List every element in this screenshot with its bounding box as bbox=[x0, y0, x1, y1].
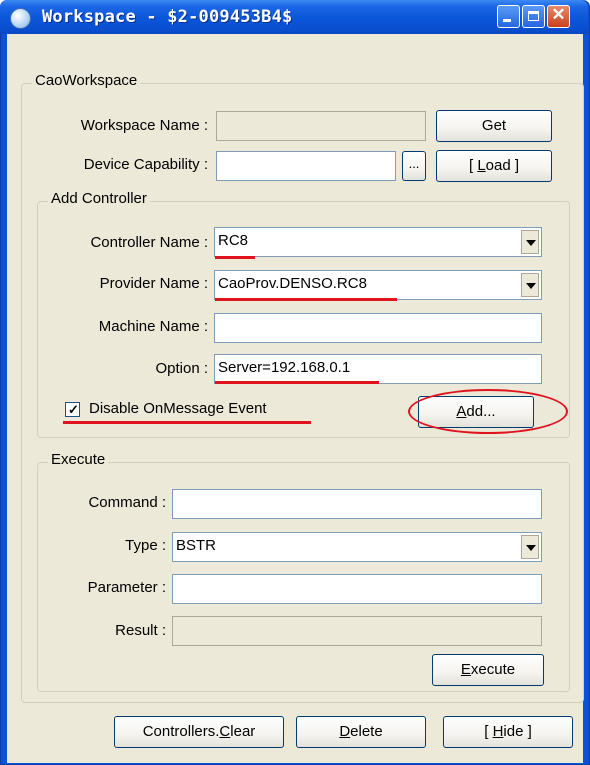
execute-legend: Execute bbox=[48, 451, 109, 468]
hide-button-label-post: ide ] bbox=[503, 723, 532, 740]
load-button-label-post: oad ] bbox=[485, 157, 520, 174]
annotation-underline-checkbox bbox=[63, 421, 311, 424]
option-field[interactable]: Server=192.168.0.1 bbox=[214, 354, 542, 384]
device-capability-field[interactable] bbox=[216, 151, 396, 181]
delete-button-accesskey: D bbox=[339, 723, 351, 740]
workspace-name-label: Workspace Name : bbox=[80, 117, 208, 134]
hide-button-accesskey: H bbox=[492, 723, 504, 740]
type-value: BSTR bbox=[176, 537, 217, 554]
maximize-button[interactable] bbox=[522, 5, 545, 28]
clear-button-label-post: lear bbox=[230, 723, 256, 740]
annotation-ellipse-add bbox=[408, 389, 568, 434]
workspace-name-field bbox=[216, 111, 426, 141]
machine-name-label: Machine Name : bbox=[98, 318, 208, 335]
checkmark-icon: ✓ bbox=[68, 402, 79, 417]
controller-name-combo[interactable]: RC8 bbox=[214, 227, 542, 257]
controller-name-label: Controller Name : bbox=[90, 234, 208, 251]
minimize-icon bbox=[503, 19, 511, 22]
command-field[interactable] bbox=[172, 489, 542, 519]
delete-button-label-post: elete bbox=[350, 723, 383, 740]
add-controller-legend: Add Controller bbox=[48, 190, 150, 207]
load-button-accesskey: L bbox=[477, 157, 486, 174]
hide-button-label-pre: [ bbox=[484, 723, 493, 740]
parameter-label: Parameter : bbox=[87, 579, 166, 596]
clear-button-accesskey: C bbox=[219, 723, 231, 740]
controllers-clear-button[interactable]: Controllers.Clear bbox=[114, 716, 284, 748]
hide-button[interactable]: [ Hide ] bbox=[443, 716, 573, 748]
load-button[interactable]: [ Load ] bbox=[436, 150, 552, 182]
app-icon bbox=[10, 8, 31, 29]
close-icon: ✕ bbox=[551, 5, 566, 24]
delete-button[interactable]: Delete bbox=[296, 716, 426, 748]
chevron-down-icon[interactable] bbox=[521, 230, 539, 254]
close-button[interactable]: ✕ bbox=[547, 5, 570, 28]
provider-name-value: CaoProv.DENSO.RC8 bbox=[218, 275, 367, 292]
parameter-field[interactable] bbox=[172, 574, 542, 604]
type-combo[interactable]: BSTR bbox=[172, 532, 542, 562]
result-field bbox=[172, 616, 542, 646]
disable-event-label[interactable]: Disable OnMessage Event bbox=[89, 400, 267, 417]
title-bar[interactable]: Workspace - $2-009453B4$ ✕ bbox=[0, 0, 588, 34]
execute-button-label-post: xecute bbox=[470, 661, 516, 678]
annotation-underline-controller bbox=[215, 256, 255, 259]
annotation-underline-provider bbox=[215, 298, 397, 301]
command-label: Command : bbox=[88, 494, 166, 511]
type-label: Type : bbox=[125, 537, 166, 554]
cao-workspace-legend: CaoWorkspace bbox=[32, 72, 141, 89]
machine-name-field[interactable] bbox=[214, 313, 542, 343]
browse-button[interactable]: ... bbox=[402, 151, 426, 181]
option-label: Option : bbox=[155, 360, 208, 377]
controller-name-value: RC8 bbox=[218, 232, 249, 249]
window-title: Workspace - $2-009453B4$ bbox=[42, 7, 293, 27]
provider-name-label: Provider Name : bbox=[99, 275, 208, 292]
annotation-underline-option bbox=[215, 381, 379, 384]
disable-event-checkbox[interactable]: ✓ bbox=[65, 402, 80, 417]
minimize-button[interactable] bbox=[497, 5, 520, 28]
provider-name-combo[interactable]: CaoProv.DENSO.RC8 bbox=[214, 270, 542, 300]
clear-button-label-pre: Controllers. bbox=[142, 723, 220, 740]
device-capability-label: Device Capability : bbox=[83, 156, 208, 173]
maximize-icon bbox=[528, 11, 539, 21]
result-label: Result : bbox=[115, 622, 166, 639]
chevron-down-icon[interactable] bbox=[521, 273, 539, 297]
chevron-down-icon[interactable] bbox=[521, 535, 539, 559]
execute-button-accesskey: E bbox=[460, 661, 471, 678]
get-button[interactable]: Get bbox=[436, 110, 552, 142]
execute-button[interactable]: Execute bbox=[432, 654, 544, 686]
